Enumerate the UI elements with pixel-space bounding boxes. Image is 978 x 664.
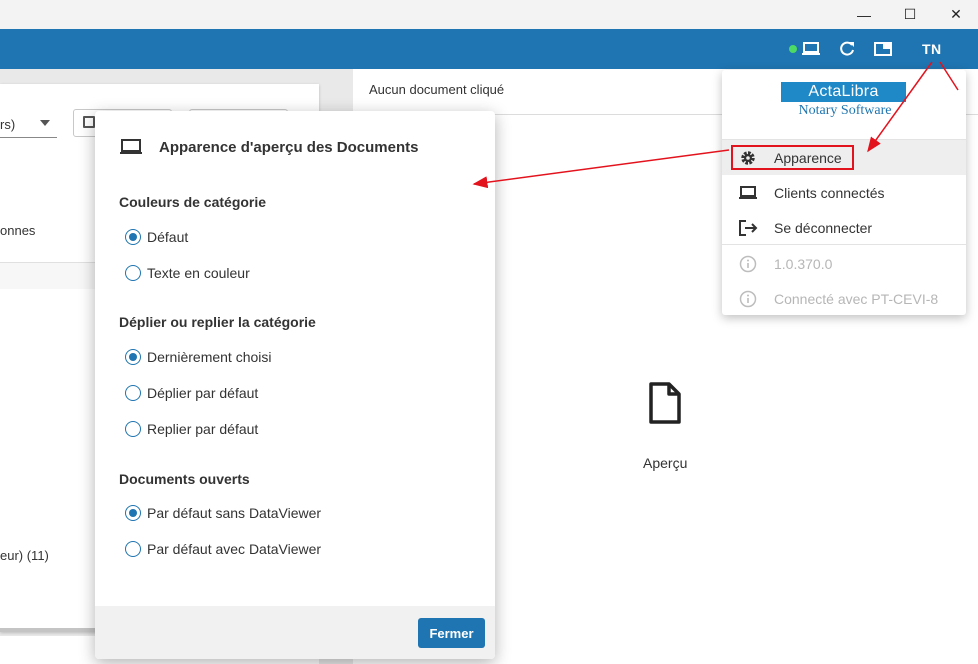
actalibra-logo: ActaLibra <box>781 82 906 102</box>
laptop-icon <box>119 138 143 161</box>
menu-item-version: 1.0.370.0 <box>722 246 966 281</box>
radio-with-dataviewer[interactable]: Par défaut avec DataViewer <box>125 541 321 557</box>
radio-label: Dernièrement choisi <box>147 349 272 365</box>
annotation-highlight-box <box>731 145 854 170</box>
computer-icon[interactable] <box>800 38 822 60</box>
radio-default[interactable]: Défaut <box>125 229 188 245</box>
menu-item-connected-clients[interactable]: Clients connectés <box>722 175 966 210</box>
preview-header: Aucun document cliqué <box>369 82 505 97</box>
document-icon <box>648 382 682 429</box>
info-icon <box>738 289 758 309</box>
radio-label: Déplier par défaut <box>147 385 259 401</box>
section-heading-expand-collapse: Déplier ou replier la catégorie <box>119 314 316 330</box>
select-value-fragment[interactable]: rs) <box>0 117 15 132</box>
dialog-title: Apparence d'aperçu des Documents <box>159 139 419 156</box>
info-icon <box>738 254 758 274</box>
version-label: 1.0.370.0 <box>774 255 833 272</box>
close-window-button[interactable]: ✕ <box>933 0 978 29</box>
menu-item-logout[interactable]: Se déconnecter <box>722 210 966 245</box>
refresh-icon[interactable] <box>836 38 858 60</box>
chevron-down-icon[interactable] <box>40 120 50 126</box>
preview-placeholder-label: Aperçu <box>643 455 688 471</box>
maximize-button[interactable]: ☐ <box>887 0 933 29</box>
select-underline <box>0 137 57 138</box>
user-dropdown-menu: ActaLibra Notary Software Apparence Clie… <box>722 70 966 315</box>
menu-divider <box>722 244 966 245</box>
user-menu-button[interactable]: TN <box>922 41 942 57</box>
radio-last-chosen[interactable]: Dernièrement choisi <box>125 349 272 365</box>
connection-status-dot <box>789 45 797 53</box>
radio-label: Par défaut sans DataViewer <box>147 505 322 521</box>
radio-button[interactable] <box>125 505 141 521</box>
radio-button[interactable] <box>125 229 141 245</box>
app-header <box>0 29 978 69</box>
minimize-button[interactable]: — <box>841 0 887 29</box>
close-button[interactable]: Fermer <box>418 618 485 648</box>
radio-button[interactable] <box>125 385 141 401</box>
laptop-icon <box>738 183 758 203</box>
radio-label: Défaut <box>147 229 189 245</box>
folder-icon <box>83 116 95 128</box>
menu-item-connected-with: Connecté avec PT-CEVI-8 <box>722 281 966 316</box>
radio-label: Par défaut avec DataViewer <box>147 541 322 557</box>
logout-icon <box>738 218 758 238</box>
radio-label: Texte en couleur <box>147 265 250 281</box>
section-heading-category-colors: Couleurs de catégorie <box>119 194 267 210</box>
section-heading-open-documents: Documents ouverts <box>119 471 250 487</box>
category-count-fragment[interactable]: eur) (11) <box>0 548 49 563</box>
radio-button[interactable] <box>125 265 141 281</box>
connected-with-label: Connecté avec PT-CEVI-8 <box>774 290 939 307</box>
columns-fragment: onnes <box>0 223 36 238</box>
radio-button[interactable] <box>125 421 141 437</box>
radio-without-dataviewer[interactable]: Par défaut sans DataViewer <box>125 505 321 521</box>
window-titlebar <box>0 0 978 29</box>
menu-item-label: Se déconnecter <box>774 219 873 236</box>
radio-collapse-default[interactable]: Replier par défaut <box>125 421 258 437</box>
appearance-dialog: Apparence d'aperçu des Documents Couleur… <box>95 111 495 659</box>
radio-button[interactable] <box>125 541 141 557</box>
logo-tagline: Notary Software <box>798 103 892 118</box>
radio-button[interactable] <box>125 349 141 365</box>
radio-label: Replier par défaut <box>147 421 259 437</box>
radio-colored-text[interactable]: Texte en couleur <box>125 265 250 281</box>
window-icon[interactable] <box>872 38 894 60</box>
menu-item-label: Clients connectés <box>774 184 885 201</box>
radio-expand-default[interactable]: Déplier par défaut <box>125 385 258 401</box>
